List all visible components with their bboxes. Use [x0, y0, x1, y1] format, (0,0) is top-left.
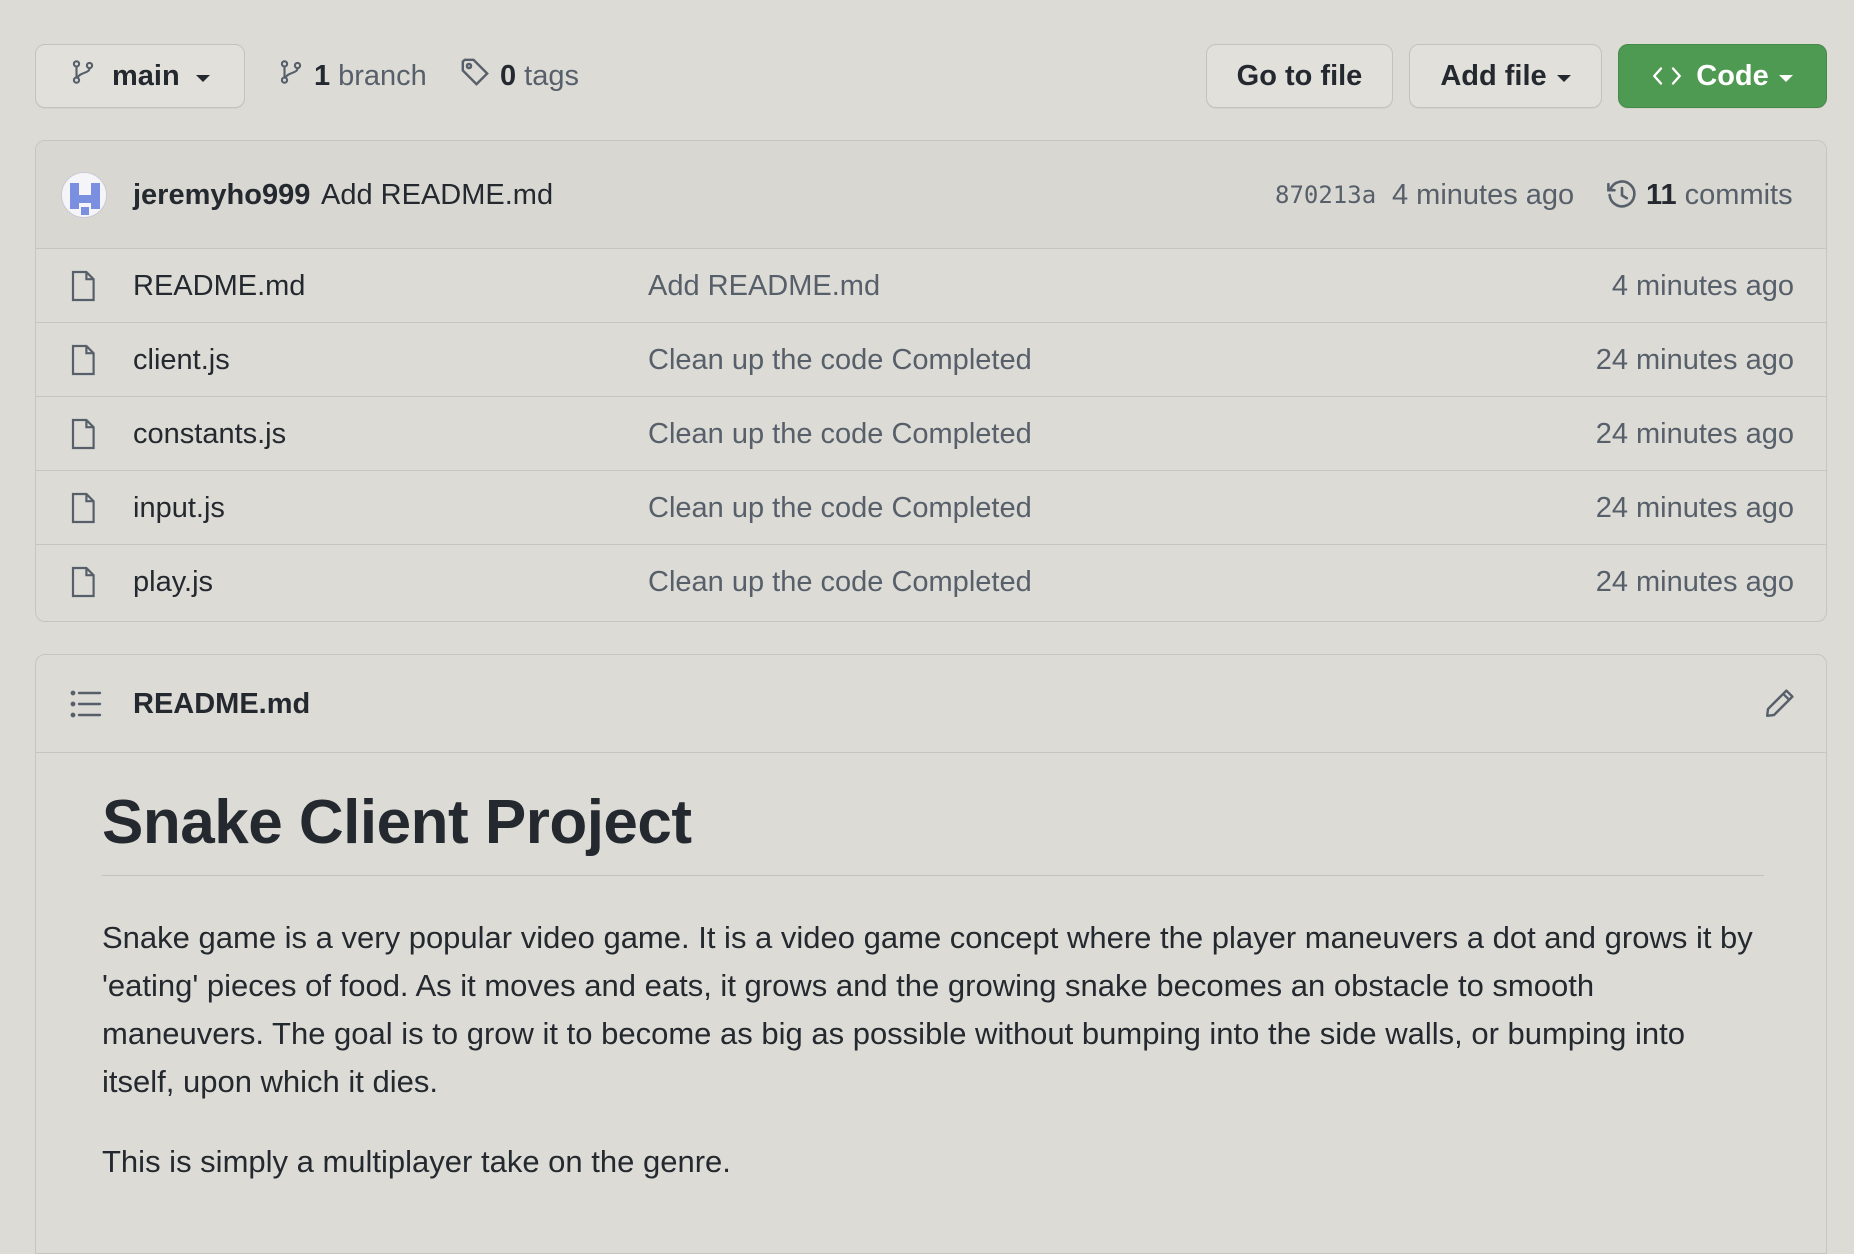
readme-filename: README.md: [133, 687, 311, 720]
readme-heading: Snake Client Project: [102, 788, 1764, 877]
branches-link[interactable]: 1 branch: [278, 44, 427, 108]
add-file-button[interactable]: Add file: [1409, 44, 1602, 108]
git-branch-icon: [70, 57, 96, 95]
readme-content: Snake Client Project Snake game is a ver…: [102, 788, 1764, 1186]
commit-message-link[interactable]: Add README.md: [321, 141, 553, 249]
git-branch-icon: [278, 57, 304, 95]
pencil-icon[interactable]: [1764, 687, 1796, 724]
file-commit-message-link[interactable]: Clean up the code Completed: [648, 323, 1032, 397]
readme-header: README.md: [36, 655, 1826, 753]
tag-icon: [460, 57, 490, 95]
file-commit-time: 4 minutes ago: [1611, 269, 1794, 302]
readme-paragraph: Snake game is a very popular video game.…: [102, 920, 1753, 1100]
file-commit-time: 24 minutes ago: [1595, 417, 1794, 450]
list-unordered-icon[interactable]: [70, 689, 102, 724]
file-icon: [70, 344, 96, 381]
readme-panel: README.md Snake Client Project Snake gam…: [35, 654, 1827, 1254]
avatar[interactable]: [61, 172, 107, 218]
file-commit-message-link[interactable]: Clean up the code Completed: [648, 397, 1032, 471]
branch-count: 1: [314, 59, 331, 92]
caret-down-icon: [195, 74, 210, 82]
branch-selector-button[interactable]: main: [35, 44, 245, 108]
commits-history-link[interactable]: 11 commits: [1606, 141, 1793, 249]
go-to-file-button[interactable]: Go to file: [1206, 44, 1393, 108]
caret-down-icon: [1556, 74, 1571, 82]
commits-count: 11: [1646, 178, 1677, 211]
file-commit-time: 24 minutes ago: [1595, 491, 1794, 524]
file-commit-message-link[interactable]: Clean up the code Completed: [648, 545, 1032, 619]
tags-link[interactable]: 0 tags: [460, 44, 579, 108]
file-icon: [70, 270, 96, 307]
commit-time: 4 minutes ago: [1392, 178, 1575, 211]
branch-selector-label: main: [112, 59, 180, 92]
file-row[interactable]: client.js Clean up the code Completed 24…: [36, 323, 1826, 397]
code-button-label: Code: [1696, 59, 1769, 92]
file-name-link[interactable]: constants.js: [133, 397, 286, 471]
file-commit-time: 24 minutes ago: [1595, 343, 1794, 376]
file-name-link[interactable]: README.md: [133, 249, 305, 323]
commit-author-link[interactable]: jeremyho999: [133, 141, 310, 249]
add-file-label: Add file: [1440, 59, 1547, 92]
branch-label: branch: [338, 59, 427, 92]
file-commit-time: 24 minutes ago: [1595, 565, 1794, 598]
file-icon: [70, 566, 96, 603]
file-commit-message-link[interactable]: Clean up the code Completed: [648, 471, 1032, 545]
file-row[interactable]: constants.js Clean up the code Completed…: [36, 397, 1826, 471]
tag-label: tags: [524, 59, 579, 92]
repo-toolbar: main 1 branch 0 tags Go to file Add file: [35, 44, 1827, 108]
file-icon: [70, 492, 96, 529]
readme-paragraph: This is simply a multiplayer take on the…: [102, 1144, 731, 1180]
file-browser: jeremyho999 Add README.md 870213a 4 minu…: [35, 140, 1827, 622]
file-icon: [70, 418, 96, 455]
file-name-link[interactable]: play.js: [133, 545, 213, 619]
code-button[interactable]: Code: [1618, 44, 1827, 108]
latest-commit-bar: jeremyho999 Add README.md 870213a 4 minu…: [36, 141, 1826, 249]
commits-label: commits: [1684, 178, 1793, 211]
file-name-link[interactable]: client.js: [133, 323, 230, 397]
code-icon: [1652, 65, 1682, 87]
history-icon: [1606, 179, 1638, 211]
file-commit-message-link[interactable]: Add README.md: [648, 249, 880, 323]
commit-sha-link[interactable]: 870213a: [1275, 141, 1376, 249]
tag-count: 0: [500, 59, 517, 92]
file-row[interactable]: input.js Clean up the code Completed 24 …: [36, 471, 1826, 545]
file-row[interactable]: README.md Add README.md 4 minutes ago: [36, 249, 1826, 323]
file-row[interactable]: play.js Clean up the code Completed 24 m…: [36, 545, 1826, 619]
caret-down-icon: [1778, 74, 1793, 82]
file-name-link[interactable]: input.js: [133, 471, 225, 545]
